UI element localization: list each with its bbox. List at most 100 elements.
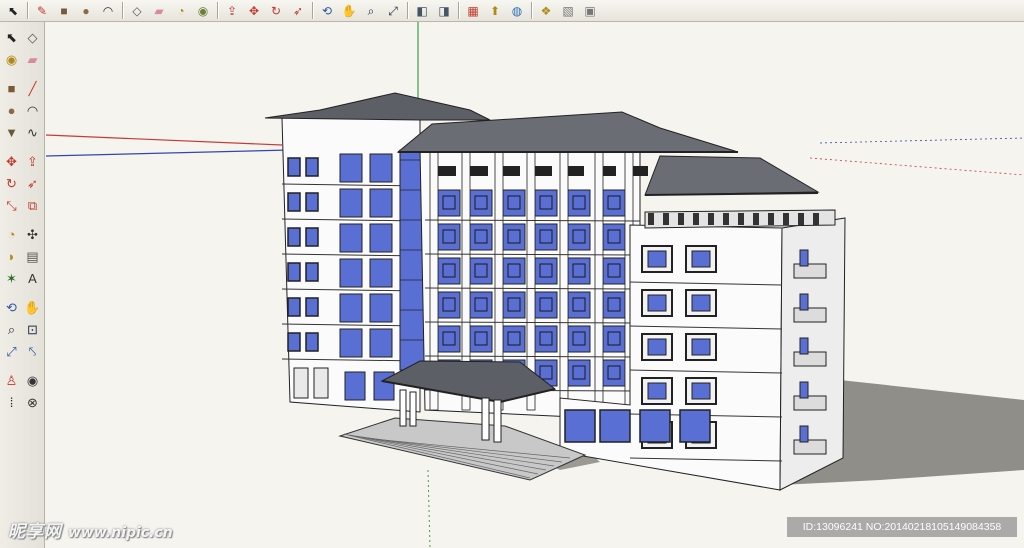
paint-bucket-tool-icon[interactable]: ◉ xyxy=(2,50,21,69)
window xyxy=(437,291,461,319)
line-tool-icon[interactable]: ╱ xyxy=(23,79,42,98)
window-glass xyxy=(691,338,711,356)
dimension-tool-icon[interactable]: ✣ xyxy=(23,225,42,244)
rectangle-icon[interactable]: ■ xyxy=(54,1,74,20)
red-axis xyxy=(46,134,283,146)
move-icon[interactable]: ✥ xyxy=(244,1,264,20)
follow-me-tool-icon[interactable]: ➶ xyxy=(23,174,42,193)
look-around-tool-icon[interactable]: ◉ xyxy=(23,371,42,390)
materials-icon[interactable]: ▧ xyxy=(558,1,578,20)
railing-post xyxy=(723,213,729,225)
styles-icon[interactable]: ▣ xyxy=(580,1,600,20)
ground-window xyxy=(639,409,671,443)
tape-measure-tool-icon[interactable]: ◔ xyxy=(2,225,21,244)
zoom-icon[interactable]: ⌕ xyxy=(361,1,381,20)
tape-measure-icon[interactable]: ◔ xyxy=(171,1,191,20)
axes-tool-icon[interactable]: ✶ xyxy=(2,269,21,288)
window xyxy=(602,257,626,285)
ground-window xyxy=(344,371,366,401)
eraser-icon[interactable]: ▰ xyxy=(149,1,169,20)
canopy-pillar xyxy=(399,389,407,427)
push-pull-tool-icon[interactable]: ⇪ xyxy=(23,152,42,171)
orbit-tool-icon[interactable]: ⟲ xyxy=(2,298,21,317)
toolbar-separator xyxy=(122,2,123,19)
zoom-extents-icon[interactable]: ⤢ xyxy=(383,1,403,20)
palette-gap xyxy=(0,362,44,369)
canopy-pillar xyxy=(493,399,502,443)
pencil-icon[interactable]: ✎ xyxy=(32,1,52,20)
get-models-icon[interactable]: ▦ xyxy=(463,1,483,20)
balcony-door xyxy=(799,425,809,443)
scale-tool-icon[interactable]: ⤡ xyxy=(2,196,21,215)
window xyxy=(534,257,558,285)
blue-axis-dotted xyxy=(819,137,1024,144)
tool-palette: ⬉ ◇ ◉ ▰ ■ ╱ ● ◠ ▼ ∿ ✥ ⇪ ↻ ➶ ⤡ ⧉ ◔ ✣ ◗ ▤ ✶ A ⟲ ✋ ⌕ ⊡ ⤢ ⤣ ♙ ◉ ⁞ ⊗ xyxy=(0,22,45,548)
balcony-door xyxy=(799,337,809,355)
window-glass xyxy=(647,382,667,400)
follow-me-icon[interactable]: ➶ xyxy=(288,1,308,20)
make-component-icon[interactable]: ◇ xyxy=(127,1,147,20)
top-vent xyxy=(436,166,456,176)
select-icon[interactable]: ⬉ xyxy=(3,1,23,20)
palette-row: ▼ ∿ xyxy=(0,121,44,143)
model-viewport[interactable] xyxy=(46,22,1024,548)
make-component-tool-icon[interactable]: ◇ xyxy=(23,28,42,47)
section-plane-tool-icon[interactable]: ⊗ xyxy=(23,393,42,412)
circle-tool-icon[interactable]: ● xyxy=(2,101,21,120)
ground-opening xyxy=(293,367,309,399)
pan-icon[interactable]: ✋ xyxy=(339,1,359,20)
window xyxy=(469,257,493,285)
ground-window xyxy=(599,409,631,443)
window xyxy=(567,223,591,251)
arc-tool-icon[interactable]: ◠ xyxy=(23,101,42,120)
column xyxy=(594,151,604,411)
rotate-tool-icon[interactable]: ↻ xyxy=(2,174,21,193)
next-view-icon[interactable]: ◨ xyxy=(434,1,454,20)
rotate-icon[interactable]: ↻ xyxy=(266,1,286,20)
zoom-extents-tool-icon[interactable]: ⤢ xyxy=(2,342,21,361)
previous-tool-icon[interactable]: ⤣ xyxy=(23,342,42,361)
window xyxy=(369,188,393,218)
protractor-tool-icon[interactable]: ◗ xyxy=(2,247,21,266)
eraser-tool-icon[interactable]: ▰ xyxy=(23,50,42,69)
railing-post xyxy=(783,213,789,225)
move-tool-icon[interactable]: ✥ xyxy=(2,152,21,171)
window xyxy=(339,258,363,288)
rectangle-tool-icon[interactable]: ■ xyxy=(2,79,21,98)
window xyxy=(287,297,301,317)
railing-post xyxy=(708,213,714,225)
3d-text-tool-icon[interactable]: A xyxy=(23,269,42,288)
paint-bucket-icon[interactable]: ◉ xyxy=(193,1,213,20)
railing-post xyxy=(738,213,744,225)
palette-gap xyxy=(0,143,44,150)
window xyxy=(287,192,301,212)
google-earth-icon[interactable]: ◍ xyxy=(507,1,527,20)
railing-post xyxy=(813,213,819,225)
zoom-window-tool-icon[interactable]: ⊡ xyxy=(23,320,42,339)
offset-tool-icon[interactable]: ⧉ xyxy=(23,196,42,215)
push-pull-icon[interactable]: ⇪ xyxy=(222,1,242,20)
zoom-tool-icon[interactable]: ⌕ xyxy=(2,320,21,339)
circle-icon[interactable]: ● xyxy=(76,1,96,20)
orbit-icon[interactable]: ⟲ xyxy=(317,1,337,20)
window xyxy=(567,359,591,387)
arc-icon[interactable]: ◠ xyxy=(98,1,118,20)
select-tool-icon[interactable]: ⬉ xyxy=(2,28,21,47)
position-camera-tool-icon[interactable]: ♙ xyxy=(2,371,21,390)
window xyxy=(502,257,526,285)
share-model-icon[interactable]: ⬆ xyxy=(485,1,505,20)
walk-tool-icon[interactable]: ⁞ xyxy=(2,393,21,412)
pan-tool-icon[interactable]: ✋ xyxy=(23,298,42,317)
previous-view-icon[interactable]: ◧ xyxy=(412,1,432,20)
components-icon[interactable]: ❖ xyxy=(536,1,556,20)
palette-row: ⬉ ◇ xyxy=(0,26,44,48)
left-roof xyxy=(264,92,491,121)
palette-row: ⤡ ⧉ xyxy=(0,194,44,216)
ground-window xyxy=(679,409,711,443)
freehand-tool-icon[interactable]: ∿ xyxy=(23,123,42,142)
window xyxy=(369,258,393,288)
polygon-tool-icon[interactable]: ▼ xyxy=(2,123,21,142)
text-tool-icon[interactable]: ▤ xyxy=(23,247,42,266)
window xyxy=(567,257,591,285)
window xyxy=(339,223,363,253)
